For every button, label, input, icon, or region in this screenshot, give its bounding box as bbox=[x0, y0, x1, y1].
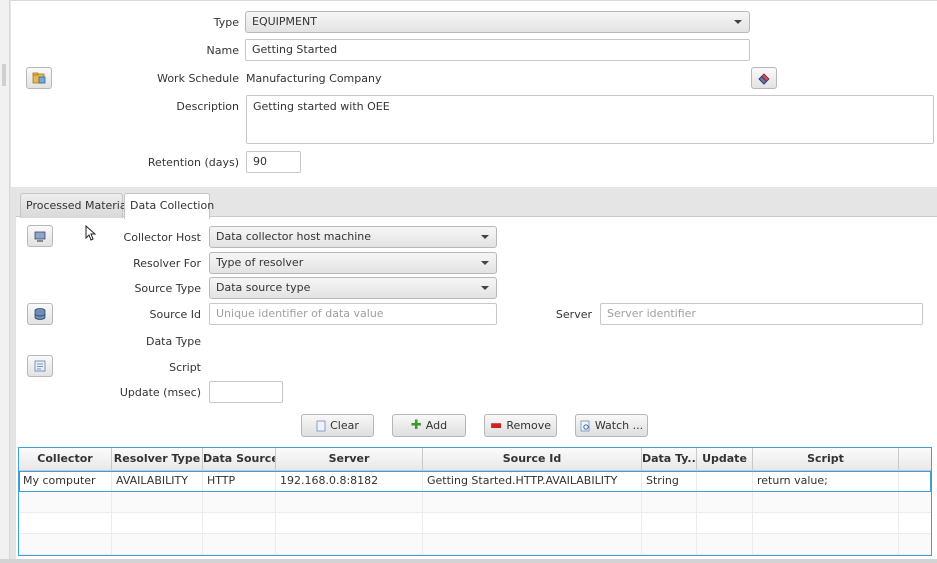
mouse-pointer-icon bbox=[85, 225, 96, 241]
source-type-label: Source Type bbox=[134, 282, 201, 295]
gutter-marker bbox=[2, 64, 6, 86]
description-label: Description bbox=[176, 100, 239, 113]
table-row-empty bbox=[19, 513, 931, 534]
tab-processed-material[interactable]: Processed Material bbox=[20, 193, 130, 218]
left-gutter bbox=[0, 0, 10, 563]
remove-button[interactable]: ▬ Remove bbox=[484, 414, 557, 437]
column-header-server[interactable]: Server bbox=[276, 448, 423, 471]
cell-data-source: HTTP bbox=[203, 471, 276, 492]
remove-button-label: Remove bbox=[506, 419, 551, 432]
column-header-source-id[interactable]: Source Id bbox=[423, 448, 642, 471]
table-row-empty bbox=[19, 534, 931, 555]
retention-label: Retention (days) bbox=[147, 156, 239, 169]
source-type-select-value: Data source type bbox=[216, 281, 311, 294]
chevron-down-icon bbox=[481, 261, 489, 265]
clear-work-schedule-button[interactable] bbox=[751, 67, 777, 89]
description-textarea[interactable]: Getting started with OEE bbox=[246, 95, 934, 144]
column-header-collector[interactable]: Collector bbox=[19, 448, 112, 471]
data-source-table[interactable]: Collector Resolver Type Data Source Serv… bbox=[18, 447, 932, 556]
collector-host-button[interactable] bbox=[27, 225, 53, 247]
chevron-down-icon bbox=[734, 20, 742, 24]
clear-button-label: Clear bbox=[330, 419, 359, 432]
add-button-label: Add bbox=[425, 419, 448, 432]
script-icon bbox=[34, 360, 46, 372]
cell-data-type: String bbox=[642, 471, 697, 492]
column-header-script[interactable]: Script bbox=[753, 448, 899, 471]
type-select[interactable]: EQUIPMENT bbox=[245, 11, 750, 33]
minus-icon: ▬ bbox=[490, 418, 503, 433]
add-button[interactable]: ✚ Add bbox=[392, 414, 466, 437]
work-schedule-label: Work Schedule bbox=[157, 72, 239, 85]
clear-button[interactable]: Clear bbox=[301, 414, 374, 437]
server-label: Server bbox=[555, 308, 592, 321]
table-row-empty bbox=[19, 492, 931, 513]
cell-update bbox=[697, 471, 753, 492]
resolver-for-label: Resolver For bbox=[133, 257, 201, 270]
work-schedule-picker-button[interactable] bbox=[26, 67, 52, 89]
cell-collector: My computer bbox=[19, 471, 112, 492]
collector-host-label: Collector Host bbox=[123, 231, 201, 244]
collector-host-select-value: Data collector host machine bbox=[216, 230, 372, 243]
watch-button-label: Watch ... bbox=[594, 419, 644, 432]
name-label: Name bbox=[206, 44, 239, 57]
folder-icon bbox=[32, 72, 46, 84]
watch-button[interactable]: Watch ... bbox=[575, 414, 648, 437]
computer-icon bbox=[34, 231, 46, 242]
type-select-value: EQUIPMENT bbox=[252, 15, 317, 28]
table-header: Collector Resolver Type Data Source Serv… bbox=[19, 448, 931, 471]
eraser-icon bbox=[758, 73, 770, 85]
chevron-down-icon bbox=[481, 286, 489, 290]
data-type-label: Data Type bbox=[145, 335, 201, 348]
type-label: Type bbox=[213, 16, 239, 29]
work-schedule-value: Manufacturing Company bbox=[246, 72, 382, 85]
cell-filler bbox=[899, 471, 931, 492]
retention-days-field[interactable]: 90 bbox=[246, 151, 301, 173]
column-header-update[interactable]: Update bbox=[697, 448, 753, 471]
resolver-for-select-value: Type of resolver bbox=[216, 256, 304, 269]
chevron-down-icon bbox=[481, 235, 489, 239]
watch-document-icon bbox=[580, 420, 590, 431]
script-label: Script bbox=[169, 361, 201, 374]
collector-host-select[interactable]: Data collector host machine bbox=[209, 226, 497, 248]
source-id-field[interactable]: Unique identifier of data value bbox=[209, 303, 497, 325]
cell-source-id: Getting Started.HTTP.AVAILABILITY bbox=[423, 471, 642, 492]
table-row[interactable]: My computer AVAILABILITY HTTP 192.168.0.… bbox=[19, 471, 931, 492]
update-msec-label: Update (msec) bbox=[119, 386, 201, 399]
clear-document-icon bbox=[316, 420, 326, 431]
column-header-resolver-type[interactable]: Resolver Type bbox=[112, 448, 203, 471]
script-editor-button[interactable] bbox=[27, 355, 53, 377]
column-header-data-type[interactable]: Data Ty... bbox=[642, 448, 697, 471]
server-field[interactable]: Server identifier bbox=[600, 303, 923, 325]
name-field[interactable]: Getting Started bbox=[245, 39, 750, 61]
update-msec-field[interactable] bbox=[209, 381, 283, 403]
tab-data-collection[interactable]: Data Collection bbox=[124, 193, 214, 219]
cell-server: 192.168.0.8:8182 bbox=[276, 471, 423, 492]
plus-icon: ✚ bbox=[410, 418, 422, 433]
source-type-select[interactable]: Data source type bbox=[209, 277, 497, 299]
resolver-for-select[interactable]: Type of resolver bbox=[209, 252, 497, 274]
column-header-data-source[interactable]: Data Source bbox=[203, 448, 276, 471]
source-id-label: Source Id bbox=[149, 308, 201, 321]
window-bottom-edge bbox=[0, 559, 937, 563]
cell-script: return value; bbox=[753, 471, 899, 492]
column-header-filler bbox=[899, 448, 931, 471]
source-browse-button[interactable] bbox=[27, 303, 53, 325]
database-icon bbox=[34, 308, 46, 320]
cell-resolver-type: AVAILABILITY bbox=[112, 471, 203, 492]
